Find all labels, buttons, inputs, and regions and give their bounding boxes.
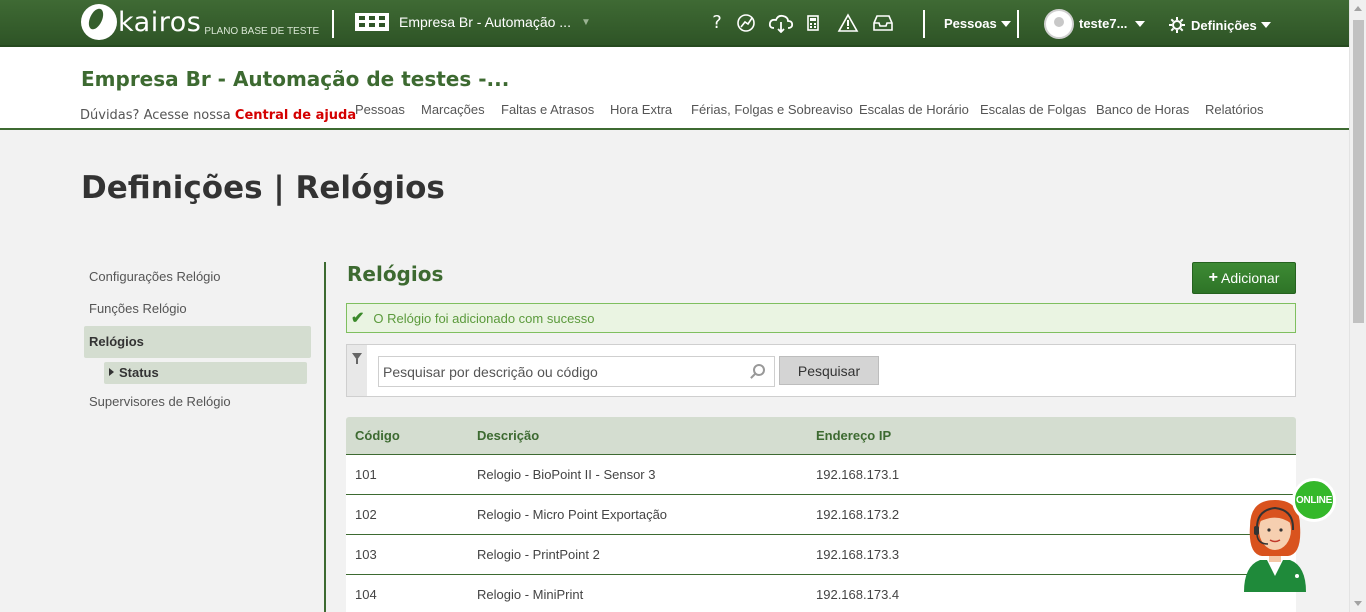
nav-ferias-folgas[interactable]: Férias, Folgas e Sobreaviso <box>691 102 853 117</box>
table-row[interactable]: 104 Relogio - MiniPrint 192.168.173.4 <box>346 575 1296 612</box>
divider <box>923 10 925 38</box>
nav-hora-extra[interactable]: Hora Extra <box>610 102 672 117</box>
page-header: Empresa Br - Automação de testes -... Dú… <box>0 47 1349 130</box>
filter-toggle[interactable] <box>347 345 367 396</box>
help-text: Dúvidas? Acesse nossa Central de ajuda <box>80 108 356 123</box>
search-icon[interactable] <box>753 364 765 376</box>
calculator-icon[interactable] <box>802 13 824 38</box>
page-title: Definições | Relógios <box>81 170 445 206</box>
table-row[interactable]: 102 Relogio - Micro Point Exportação 192… <box>346 495 1296 535</box>
filter-icon <box>352 353 362 364</box>
user-menu-label: teste7... <box>1079 16 1128 31</box>
company-title: Empresa Br - Automação de testes -... <box>81 67 510 91</box>
scroll-down-icon[interactable] <box>1354 601 1362 606</box>
add-button-label: Adicionar <box>1220 270 1280 286</box>
sidebar-subitem-label: Status <box>119 365 159 380</box>
help-prefix: Dúvidas? Acesse nossa <box>80 108 231 123</box>
help-icon[interactable]: ? <box>706 13 728 33</box>
cell-codigo: 102 <box>355 507 377 522</box>
search-panel: Pesquisar <box>346 344 1296 397</box>
cell-endereco-ip: 192.168.173.2 <box>816 507 900 522</box>
caret-right-icon <box>109 368 114 376</box>
sidebar-item-supervisores-relogio[interactable]: Supervisores de Relógio <box>84 386 311 418</box>
company-selector[interactable]: Empresa Br - Automação ... ▼ <box>355 13 591 31</box>
company-building-icon <box>355 13 389 31</box>
help-center-link[interactable]: Central de ajuda <box>235 108 356 123</box>
caret-down-icon <box>1000 20 1011 27</box>
top-bar: kairos PLANO BASE DE TESTE Empresa Br - … <box>0 0 1349 47</box>
caret-down-icon <box>1260 22 1271 28</box>
avatar[interactable] <box>1044 9 1074 39</box>
table-row[interactable]: 101 Relogio - BioPoint II - Sensor 3 192… <box>346 455 1296 495</box>
table-header: Código Descrição Endereço IP <box>346 417 1296 455</box>
company-name: Empresa Br - Automação ... <box>399 14 571 30</box>
people-menu-label: Pessoas <box>944 16 997 31</box>
nav-faltas-atrasos[interactable]: Faltas e Atrasos <box>501 102 594 117</box>
nav-marcacoes[interactable]: Marcações <box>421 102 485 117</box>
sidebar-divider <box>324 262 326 612</box>
column-header-endereco-ip[interactable]: Endereço IP <box>806 428 891 443</box>
kairos-logo[interactable]: kairos PLANO BASE DE TESTE <box>81 4 319 40</box>
sidebar-item-configuracoes-relogio[interactable]: Configurações Relógio <box>84 261 311 293</box>
nav-pessoas[interactable]: Pessoas <box>355 102 405 117</box>
plus-icon: + <box>1208 269 1218 286</box>
search-button[interactable]: Pesquisar <box>779 356 879 385</box>
cell-endereco-ip: 192.168.173.3 <box>816 547 900 562</box>
online-status-badge[interactable]: ONLINE <box>1292 478 1336 522</box>
cell-endereco-ip: 192.168.173.1 <box>816 467 900 482</box>
feedback-icon[interactable] <box>735 13 757 38</box>
cell-descricao: Relogio - BioPoint II - Sensor 3 <box>477 467 656 482</box>
divider <box>1017 10 1019 38</box>
plan-label: PLANO BASE DE TESTE <box>204 26 320 37</box>
cell-descricao: Relogio - PrintPoint 2 <box>477 547 600 562</box>
page-scrollbar[interactable] <box>1349 0 1366 612</box>
search-input[interactable] <box>378 356 775 387</box>
nav-banco-horas[interactable]: Banco de Horas <box>1096 102 1189 117</box>
gear-icon <box>1168 16 1186 34</box>
settings-menu[interactable]: Definições <box>1168 16 1271 34</box>
nav-escalas-horario[interactable]: Escalas de Horário <box>859 102 969 117</box>
scroll-up-icon[interactable] <box>1354 6 1362 11</box>
clocks-table: Código Descrição Endereço IP 101 Relogio… <box>346 417 1296 612</box>
column-header-codigo[interactable]: Código <box>346 428 468 443</box>
cell-endereco-ip: 192.168.173.4 <box>816 587 900 602</box>
cell-codigo: 101 <box>355 467 377 482</box>
cell-descricao: Relogio - Micro Point Exportação <box>477 507 668 522</box>
inbox-icon[interactable] <box>871 13 895 38</box>
settings-menu-label: Definições <box>1191 17 1257 33</box>
sidebar-subitem-status[interactable]: Status <box>104 362 307 384</box>
warning-icon[interactable] <box>837 13 859 38</box>
success-alert: ✔ O Relógio foi adicionado com sucesso <box>346 303 1296 333</box>
cell-codigo: 103 <box>355 547 377 562</box>
logo-mark-icon <box>81 4 117 40</box>
cloud-sync-icon[interactable] <box>768 13 794 38</box>
sidebar-item-funcoes-relogio[interactable]: Funções Relógio <box>84 293 311 325</box>
logo-text: kairos <box>118 7 202 38</box>
table-row[interactable]: 103 Relogio - PrintPoint 2 192.168.173.3 <box>346 535 1296 575</box>
scrollbar-thumb[interactable] <box>1353 20 1364 323</box>
section-title: Relógios <box>347 262 444 286</box>
cell-descricao: Relogio - MiniPrint <box>477 587 584 602</box>
divider <box>332 10 334 38</box>
user-menu[interactable]: teste7... <box>1079 16 1146 31</box>
nav-relatorios[interactable]: Relatórios <box>1205 102 1264 117</box>
chevron-down-icon: ▼ <box>580 16 591 28</box>
column-header-descricao[interactable]: Descrição <box>468 428 806 443</box>
alert-message: O Relógio foi adicionado com sucesso <box>373 310 595 326</box>
check-icon: ✔ <box>351 310 365 327</box>
nav-escalas-folgas[interactable]: Escalas de Folgas <box>980 102 1086 117</box>
people-menu[interactable]: Pessoas <box>944 16 1011 31</box>
add-clock-button[interactable]: + Adicionar <box>1192 262 1296 294</box>
caret-down-icon <box>1135 20 1146 27</box>
cell-codigo: 104 <box>355 587 377 602</box>
sidebar-item-relogios[interactable]: Relógios <box>84 326 311 358</box>
